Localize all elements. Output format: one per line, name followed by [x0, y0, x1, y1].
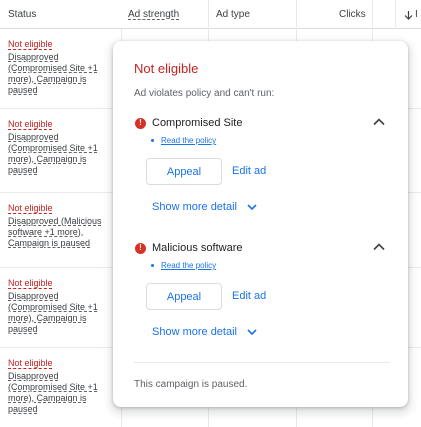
show-more-detail-toggle[interactable]: Show more detail — [152, 201, 258, 213]
status-label[interactable]: Not eligible — [8, 358, 53, 369]
column-header-status[interactable]: Status — [8, 9, 36, 20]
status-cell: Not eligible Disapproved (Compromised Si… — [8, 278, 116, 335]
status-cell: Not eligible Disapproved (Malicious soft… — [8, 203, 116, 249]
status-cell: Not eligible Disapproved (Compromised Si… — [8, 39, 116, 96]
issue-header: ! Compromised Site — [135, 117, 242, 129]
campaign-paused-note: This campaign is paused. — [134, 379, 248, 390]
status-reason[interactable]: Disapproved (Compromised Site +1 more), … — [8, 52, 98, 95]
column-header-clicks[interactable]: Clicks — [339, 9, 366, 20]
arrow-down-icon — [404, 10, 413, 20]
policy-link-item: Read the policy — [151, 136, 216, 145]
status-details-popup: Not eligible Ad violates policy and can'… — [113, 41, 408, 407]
alert-circle-icon: ! — [135, 242, 146, 254]
column-header-sorted-label: I — [415, 9, 418, 20]
status-cell: Not eligible Disapproved (Compromised Si… — [8, 119, 116, 176]
status-cell: Not eligible Disapproved (Compromised Si… — [8, 358, 116, 415]
appeal-button[interactable]: Appeal — [146, 158, 222, 185]
header-divider — [208, 0, 209, 29]
issue-title: Compromised Site — [152, 117, 243, 129]
read-policy-link[interactable]: Read the policy — [161, 136, 216, 145]
chevron-up-icon[interactable] — [371, 114, 387, 130]
status-reason[interactable]: Disapproved (Malicious software +1 more)… — [8, 216, 102, 248]
issue-header: ! Malicious software — [135, 242, 242, 254]
issue-title: Malicious software — [152, 242, 243, 254]
popup-title: Not eligible — [134, 61, 199, 76]
status-label[interactable]: Not eligible — [8, 39, 53, 50]
alert-circle-icon: ! — [135, 117, 146, 129]
bullet — [151, 264, 154, 267]
table-header: Status Ad strength Ad type Clicks I — [0, 0, 421, 29]
status-label[interactable]: Not eligible — [8, 203, 53, 214]
chevron-up-icon[interactable] — [371, 239, 387, 255]
header-divider — [296, 0, 297, 29]
policy-link-item: Read the policy — [151, 261, 216, 270]
read-policy-link[interactable]: Read the policy — [161, 261, 216, 270]
edit-ad-button[interactable]: Edit ad — [232, 290, 266, 302]
status-label[interactable]: Not eligible — [8, 278, 53, 289]
show-more-label: Show more detail — [152, 201, 237, 213]
popup-divider — [134, 362, 390, 363]
column-header-ad-strength[interactable]: Ad strength — [128, 9, 179, 20]
edit-ad-button[interactable]: Edit ad — [232, 165, 266, 177]
column-header-sorted[interactable]: I — [404, 9, 418, 20]
header-divider — [395, 0, 396, 29]
header-divider — [372, 0, 373, 29]
status-reason[interactable]: Disapproved (Compromised Site +1 more), … — [8, 371, 98, 414]
chevron-down-icon — [247, 204, 257, 211]
show-more-label: Show more detail — [152, 326, 237, 338]
column-header-ad-type[interactable]: Ad type — [216, 9, 250, 20]
popup-subtitle: Ad violates policy and can't run: — [134, 88, 275, 99]
appeal-button[interactable]: Appeal — [146, 283, 222, 310]
status-label[interactable]: Not eligible — [8, 119, 53, 130]
show-more-detail-toggle[interactable]: Show more detail — [152, 326, 258, 338]
chevron-down-icon — [247, 329, 257, 336]
status-reason[interactable]: Disapproved (Compromised Site +1 more), … — [8, 291, 98, 334]
status-reason[interactable]: Disapproved (Compromised Site +1 more), … — [8, 132, 98, 175]
bullet — [151, 139, 154, 142]
